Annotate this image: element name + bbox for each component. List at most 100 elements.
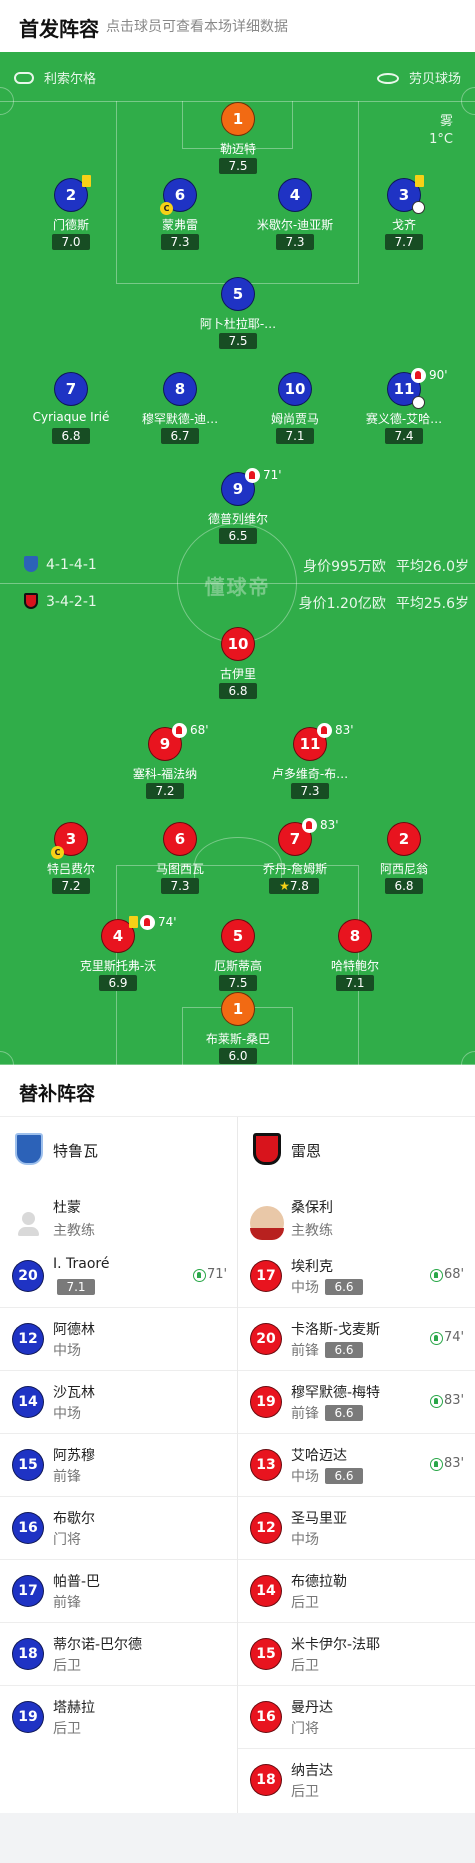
home-player[interactable]: 10 姆尚贾马 7.1	[235, 372, 355, 448]
weather-text: 雾	[439, 114, 453, 129]
sub-position: 门将	[53, 1532, 81, 1548]
sub-rating: 6.6	[325, 1405, 363, 1421]
home-player[interactable]: 8 穆罕默德-迪… 6.7	[120, 372, 240, 448]
sub-out-icon	[140, 915, 155, 930]
sub-row-away[interactable]: 20 卡洛斯-戈麦斯 前锋 6.6 74'	[238, 1307, 475, 1370]
player-name: 赛义德-艾哈…	[365, 412, 443, 426]
sub-row-away[interactable]: 14 布德拉勒 后卫	[238, 1559, 475, 1622]
sub-row-home[interactable]: 17 帕普-巴 前锋	[0, 1559, 237, 1622]
subs-header: 替补阵容	[0, 1065, 475, 1117]
away-player[interactable]: 3 C 特吕费尔 7.2	[11, 822, 131, 898]
venue-name: 劳贝球场	[408, 72, 461, 87]
sub-out-icon	[411, 368, 426, 383]
home-player[interactable]: 4 米歇尔-迪亚斯 7.3	[235, 178, 355, 254]
home-player[interactable]: 11 90' 赛义德-艾哈… 7.4	[344, 368, 464, 448]
away-age: 平均25.6岁	[395, 596, 469, 612]
page-title: 首发阵容	[19, 17, 99, 41]
away-player[interactable]: 1 布莱斯-桑巴 6.0	[178, 992, 298, 1065]
away-team-name: 雷恩	[291, 1142, 322, 1160]
sub-time: 71'	[207, 1267, 228, 1282]
player-rating: 7.2	[146, 783, 184, 799]
sub-row-home[interactable]: 16 布歇尔 门将	[0, 1496, 237, 1559]
away-player[interactable]: 5 厄斯蒂高 7.5	[178, 919, 298, 995]
home-player[interactable]: 6 C 蒙弗雷 7.3	[120, 178, 240, 254]
sub-position: 前锋	[291, 1343, 319, 1359]
player-rating: 6.9	[99, 975, 137, 991]
player-name: 克里斯托弗-沃	[79, 959, 157, 973]
away-player[interactable]: 10 古伊里 6.8	[178, 627, 298, 703]
player-name: 厄斯蒂高	[213, 959, 262, 973]
home-player[interactable]: 9 71' 德普列维尔 6.5	[178, 468, 298, 548]
away-player[interactable]: 7 83' 乔丹-詹姆斯 ★7.8	[235, 818, 355, 898]
away-player[interactable]: 11 83' 卢多维奇-布… 7.3	[250, 723, 370, 803]
sub-out-icon	[172, 723, 187, 738]
player-rating: 7.2	[52, 878, 90, 894]
sub-row-away[interactable]: 12 圣马里亚 中场	[238, 1496, 475, 1559]
away-player[interactable]: 9 68' 塞科-福法纳 7.2	[105, 723, 225, 803]
sub-row-away[interactable]: 15 米卡伊尔-法耶 后卫	[238, 1622, 475, 1685]
home-player[interactable]: 7 Cyriaque Irié 6.8	[11, 372, 131, 448]
player-name: 穆罕默德-迪…	[141, 412, 219, 426]
away-player[interactable]: 4 74' 克里斯托弗-沃 6.9	[58, 915, 178, 995]
coach-avatar-placeholder	[12, 1206, 46, 1240]
home-player[interactable]: 3 戈齐 7.7	[344, 175, 464, 254]
pitch: 利索尔格 劳贝球场 雾 1°C 懂球帝 4-1-4-1 身价995万欧 平均26.…	[0, 52, 475, 1065]
sub-row-home[interactable]: 15 阿苏穆 前锋	[0, 1433, 237, 1496]
sub-row-home[interactable]: 20 I. Traoré 7.1 71'	[0, 1244, 237, 1307]
temperature-text: 1°C	[429, 132, 453, 147]
player-rating: 7.1	[336, 975, 374, 991]
player-number: 1	[221, 992, 255, 1026]
player-number: 10	[278, 372, 312, 406]
venue-info: 劳贝球场	[376, 68, 461, 87]
sub-position: 中场	[291, 1469, 319, 1485]
sub-row-home[interactable]: 19 塔赫拉 后卫	[0, 1685, 237, 1748]
page-subtitle: 点击球员可查看本场详细数据	[106, 19, 288, 35]
sub-position: 后卫	[291, 1595, 319, 1611]
captain-icon: C	[160, 202, 173, 215]
home-crest-icon	[24, 556, 38, 572]
sub-in-icon	[430, 1458, 443, 1471]
home-player[interactable]: 2 门德斯 7.0	[11, 175, 131, 254]
player-rating: 6.8	[385, 878, 423, 894]
sub-time: 83'	[444, 1456, 465, 1471]
sub-name: I. Traoré	[53, 1256, 110, 1272]
home-formation-text: 4-1-4-1	[46, 557, 97, 573]
sub-out-icon	[317, 723, 332, 738]
yellow-card-icon	[82, 175, 91, 187]
player-number: 10	[221, 627, 255, 661]
sub-number: 18	[250, 1764, 282, 1796]
player-number: 5	[221, 277, 255, 311]
sub-time: 83'	[444, 1393, 465, 1408]
ball-icon	[412, 201, 425, 214]
home-player[interactable]: 1 勒迈特 7.5	[178, 102, 298, 178]
coach-avatar[interactable]	[250, 1206, 284, 1240]
player-rating: 7.5	[219, 333, 257, 349]
player-number: 8	[163, 372, 197, 406]
away-player[interactable]: 2 阿西尼翁 6.8	[344, 822, 464, 898]
away-player[interactable]: 6 马图西瓦 7.3	[120, 822, 240, 898]
sub-row-away[interactable]: 17 埃利克 中场 6.6 68'	[238, 1244, 475, 1307]
sub-position: 后卫	[53, 1721, 81, 1737]
sub-row-home[interactable]: 14 沙瓦林 中场	[0, 1370, 237, 1433]
home-player[interactable]: 5 阿卜杜拉耶-… 7.5	[178, 277, 298, 353]
star-icon: ★	[279, 879, 290, 893]
player-rating: 7.1	[276, 428, 314, 444]
away-player[interactable]: 8 哈特鲍尔 7.1	[295, 919, 415, 995]
sub-time: 74'	[444, 1330, 465, 1345]
sub-in-icon	[430, 1269, 443, 1282]
sub-row-home[interactable]: 12 阿德林 中场	[0, 1307, 237, 1370]
sub-rating: 6.6	[325, 1279, 363, 1295]
away-crest-icon	[253, 1133, 281, 1165]
sub-number: 18	[12, 1638, 44, 1670]
player-rating: 7.3	[161, 878, 199, 894]
sub-row-away[interactable]: 19 穆罕默德-梅特 前锋 6.6 83'	[238, 1370, 475, 1433]
coach-name: 杜蒙	[53, 1200, 81, 1216]
sub-row-away[interactable]: 13 艾哈迈达 中场 6.6 83'	[238, 1433, 475, 1496]
sub-row-home[interactable]: 18 蒂尔诺-巴尔德 后卫	[0, 1622, 237, 1685]
sub-row-away[interactable]: 16 曼丹达 门将	[238, 1685, 475, 1748]
sub-row-away[interactable]: 18 纳吉达 后卫	[238, 1748, 475, 1811]
stadium-icon	[376, 73, 399, 84]
player-name: 德普列维尔	[207, 512, 268, 526]
player-name: 勒迈特	[219, 142, 256, 156]
sub-position: 门将	[291, 1721, 319, 1737]
